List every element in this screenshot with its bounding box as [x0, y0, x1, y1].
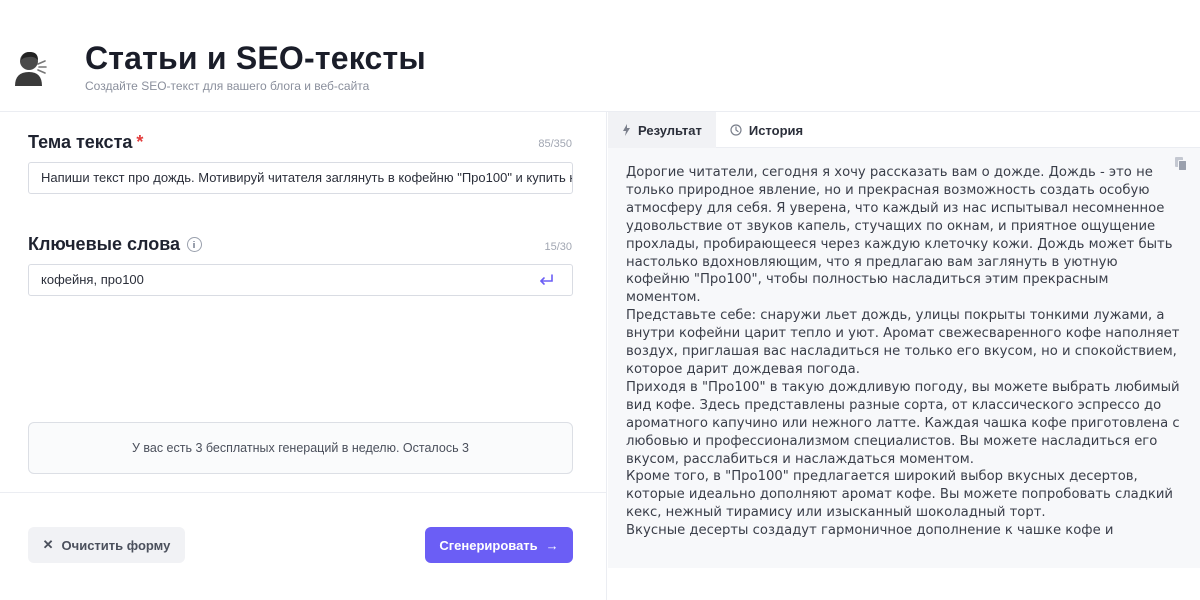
- quota-notice: У вас есть 3 бесплатных генераций в неде…: [28, 422, 573, 474]
- bolt-icon: [623, 124, 630, 136]
- tab-result[interactable]: Результат: [608, 112, 716, 148]
- page-subtitle: Создайте SEO-текст для вашего блога и ве…: [85, 79, 370, 93]
- result-paragraph: Кроме того, в "Про100" предлагается широ…: [626, 469, 1173, 521]
- tab-result-label: Результат: [638, 122, 702, 138]
- result-panel: Дорогие читатели, сегодня я хочу рассказ…: [608, 148, 1200, 568]
- page-title: Статьи и SEO-тексты: [85, 40, 426, 76]
- form-divider: [0, 492, 607, 493]
- info-icon[interactable]: [187, 237, 203, 252]
- arrow-right-icon: →: [545, 537, 559, 553]
- speaking-person-icon: [15, 52, 47, 86]
- page-header: Статьи и SEO-тексты Создайте SEO-текст д…: [0, 0, 1200, 112]
- tab-history-label: История: [748, 122, 804, 138]
- topic-counter: 85/350: [538, 138, 572, 150]
- keywords-label: Ключевые слова: [28, 234, 203, 255]
- tab-history[interactable]: История: [716, 112, 817, 148]
- clear-form-button[interactable]: ✕ Очистить форму: [28, 527, 185, 563]
- result-paragraph: Вкусные десерты создадут гармоничное доп…: [626, 523, 1114, 539]
- clock-icon: [730, 124, 742, 136]
- result-tabs: Результат История: [608, 112, 1200, 148]
- result-section: Результат История Дорогие читатели, сего…: [608, 112, 1200, 600]
- form-panel: Тема текста * 85/350 Напиши текст про до…: [0, 112, 607, 600]
- result-paragraph: Дорогие читатели, сегодня я хочу рассказ…: [626, 165, 1173, 306]
- topic-label-text: Тема текста: [28, 132, 133, 152]
- keywords-counter: 15/30: [544, 241, 572, 253]
- keywords-input[interactable]: кофейня, про100: [28, 264, 573, 296]
- keywords-label-text: Ключевые слова: [28, 234, 181, 254]
- result-paragraph: Представьте себе: снаружи льет дождь, ул…: [626, 308, 1180, 377]
- generate-label: Сгенерировать: [439, 537, 538, 553]
- topic-input[interactable]: Напиши текст про дождь. Мотивируй читате…: [28, 162, 573, 194]
- required-mark: *: [136, 132, 144, 152]
- keywords-value: кофейня, про100: [41, 272, 144, 287]
- topic-label: Тема текста *: [28, 132, 143, 153]
- generate-button[interactable]: Сгенерировать →: [425, 527, 573, 563]
- close-icon: ✕: [42, 537, 54, 552]
- enter-icon[interactable]: [538, 272, 554, 288]
- result-paragraph: Приходя в "Про100" в такую дождливую пог…: [626, 379, 1180, 467]
- clear-form-label: Очистить форму: [61, 537, 171, 553]
- result-text: Дорогие читатели, сегодня я хочу рассказ…: [626, 164, 1182, 540]
